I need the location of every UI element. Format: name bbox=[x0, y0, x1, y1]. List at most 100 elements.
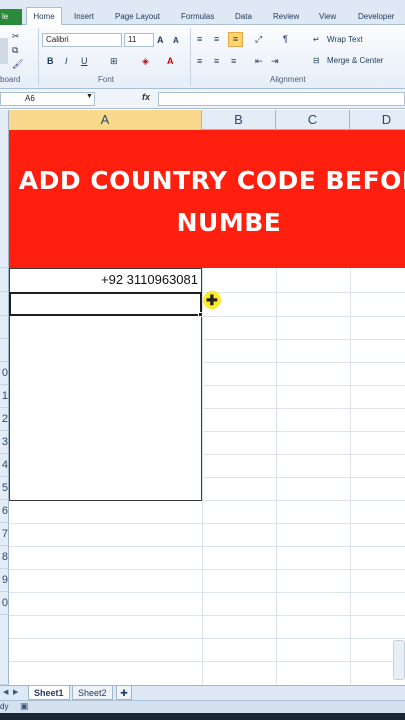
cell-a12[interactable] bbox=[9, 431, 202, 455]
wrap-text-icon: ↵ bbox=[313, 35, 320, 44]
active-cell-a6[interactable] bbox=[9, 292, 202, 316]
gridline bbox=[9, 546, 405, 547]
font-color-button[interactable]: A bbox=[167, 55, 174, 67]
title-banner[interactable]: ADD COUNTRY CODE BEFORE NUMBE bbox=[9, 130, 405, 268]
macro-record-icon[interactable]: ▣ bbox=[20, 701, 29, 712]
gridline bbox=[9, 523, 405, 524]
text-direction-icon[interactable]: ¶ bbox=[283, 33, 288, 45]
column-header-row: A B C D bbox=[0, 110, 405, 130]
gridline bbox=[9, 592, 405, 593]
copy-icon[interactable]: ⧉ bbox=[12, 44, 18, 56]
row-header[interactable]: 3 bbox=[0, 431, 9, 454]
row-header[interactable]: 0 bbox=[0, 592, 9, 615]
row-header[interactable]: 7 bbox=[0, 523, 9, 546]
vertical-scrollbar-thumb[interactable] bbox=[393, 640, 405, 680]
row-header[interactable] bbox=[0, 615, 9, 685]
tab-home[interactable]: Home bbox=[26, 7, 62, 26]
align-middle-icon[interactable]: ≡ bbox=[214, 33, 219, 45]
tab-formulas[interactable]: Formulas bbox=[181, 9, 214, 25]
sheet-tab-bar: ◀ ▶ Sheet1 Sheet2 ✚ bbox=[0, 685, 405, 700]
underline-button[interactable]: U bbox=[81, 55, 88, 67]
chevron-down-icon[interactable]: ▼ bbox=[86, 93, 93, 100]
row-header[interactable]: 6 bbox=[0, 500, 9, 523]
decrease-indent-icon[interactable]: ⇤ bbox=[255, 55, 263, 67]
gridline bbox=[9, 615, 405, 616]
row-header[interactable] bbox=[0, 316, 9, 339]
cell-a5-value: +92 3110963081 bbox=[101, 272, 198, 287]
cell-a9[interactable] bbox=[9, 362, 202, 386]
paste-icon[interactable] bbox=[0, 38, 8, 64]
align-right-icon[interactable]: ≡ bbox=[231, 55, 236, 67]
first-sheet-icon[interactable]: ◀ bbox=[3, 688, 8, 696]
shrink-font-button[interactable]: A bbox=[173, 35, 179, 47]
name-box[interactable]: A6 bbox=[0, 92, 95, 106]
new-sheet-icon[interactable]: ✚ bbox=[116, 686, 132, 700]
grow-font-button[interactable]: A bbox=[157, 34, 164, 46]
banner-title: ADD COUNTRY CODE BEFORE NUMBE bbox=[18, 166, 405, 237]
row-header[interactable] bbox=[0, 339, 9, 362]
select-all-corner[interactable] bbox=[0, 110, 9, 130]
group-separator bbox=[190, 28, 191, 86]
tab-developer[interactable]: Developer bbox=[358, 9, 394, 25]
row-header[interactable]: 9 bbox=[0, 569, 9, 592]
insert-function-button[interactable]: fx bbox=[142, 92, 150, 102]
tab-page-layout[interactable]: Page Layout bbox=[115, 9, 160, 25]
format-painter-icon[interactable]: 🖌 bbox=[12, 58, 23, 70]
cut-icon[interactable]: ✂ bbox=[12, 30, 20, 42]
gridline bbox=[9, 638, 405, 639]
row-header[interactable]: 8 bbox=[0, 546, 9, 569]
font-name-select[interactable]: Calibri bbox=[42, 33, 122, 47]
column-header-d[interactable]: D bbox=[350, 110, 405, 130]
row-header[interactable]: 5 bbox=[0, 477, 9, 500]
row-header[interactable] bbox=[0, 268, 9, 292]
increase-indent-icon[interactable]: ⇥ bbox=[271, 55, 279, 67]
align-left-icon[interactable]: ≡ bbox=[197, 55, 202, 67]
clipboard-group-label: board bbox=[0, 75, 21, 84]
wrap-text-button[interactable]: Wrap Text bbox=[327, 34, 363, 46]
font-size-select[interactable]: 11 bbox=[124, 33, 154, 47]
row-header[interactable]: 4 bbox=[0, 454, 9, 477]
orientation-icon[interactable]: ⤢ bbox=[255, 33, 262, 45]
tab-review[interactable]: Review bbox=[273, 9, 299, 25]
row-header[interactable] bbox=[0, 130, 9, 268]
row-header[interactable]: 2 bbox=[0, 408, 9, 431]
cell-a11[interactable] bbox=[9, 408, 202, 432]
fill-color-icon[interactable]: ◈ bbox=[142, 55, 149, 67]
formula-bar: A6 ▼ fx bbox=[0, 89, 405, 109]
worksheet-grid[interactable]: ADD COUNTRY CODE BEFORE NUMBE +92 311096… bbox=[0, 130, 405, 685]
align-center-icon[interactable]: ≡ bbox=[214, 55, 219, 67]
column-header-b[interactable]: B bbox=[202, 110, 276, 130]
bold-button[interactable]: B bbox=[47, 55, 54, 67]
merge-center-button[interactable]: Merge & Center bbox=[327, 55, 383, 67]
tab-file[interactable]: le bbox=[0, 9, 22, 25]
cell-a5[interactable]: +92 3110963081 bbox=[9, 268, 202, 293]
formula-input[interactable] bbox=[158, 92, 405, 106]
alignment-group-label: Alignment bbox=[270, 75, 306, 84]
align-bottom-icon[interactable]: ≡ bbox=[228, 32, 243, 47]
cell-a8[interactable] bbox=[9, 339, 202, 363]
column-header-c[interactable]: C bbox=[276, 110, 350, 130]
gridline bbox=[9, 569, 405, 570]
cell-a10[interactable] bbox=[9, 385, 202, 409]
italic-button[interactable]: I bbox=[65, 55, 68, 67]
tab-view[interactable]: View bbox=[319, 9, 336, 25]
sheet-tab-sheet2[interactable]: Sheet2 bbox=[72, 686, 113, 700]
status-mode: dy bbox=[0, 702, 9, 711]
tab-data[interactable]: Data bbox=[235, 9, 252, 25]
row-header[interactable]: 0 bbox=[0, 362, 9, 385]
column-header-a[interactable]: A bbox=[9, 110, 202, 130]
align-top-icon[interactable]: ≡ bbox=[197, 33, 202, 45]
cell-a13[interactable] bbox=[9, 454, 202, 478]
taskbar bbox=[0, 713, 405, 720]
last-sheet-icon[interactable]: ▶ bbox=[13, 688, 18, 696]
sheet-tab-sheet1[interactable]: Sheet1 bbox=[28, 686, 70, 700]
gridline bbox=[9, 661, 405, 662]
fill-handle[interactable] bbox=[198, 312, 203, 317]
status-bar: dy ▣ bbox=[0, 700, 405, 713]
borders-icon[interactable]: ⊞ bbox=[110, 55, 118, 67]
cell-a14[interactable] bbox=[9, 477, 202, 501]
tab-insert[interactable]: Insert bbox=[74, 9, 94, 25]
cell-a7[interactable] bbox=[9, 316, 202, 340]
row-header[interactable] bbox=[0, 292, 9, 316]
row-header[interactable]: 1 bbox=[0, 385, 9, 408]
